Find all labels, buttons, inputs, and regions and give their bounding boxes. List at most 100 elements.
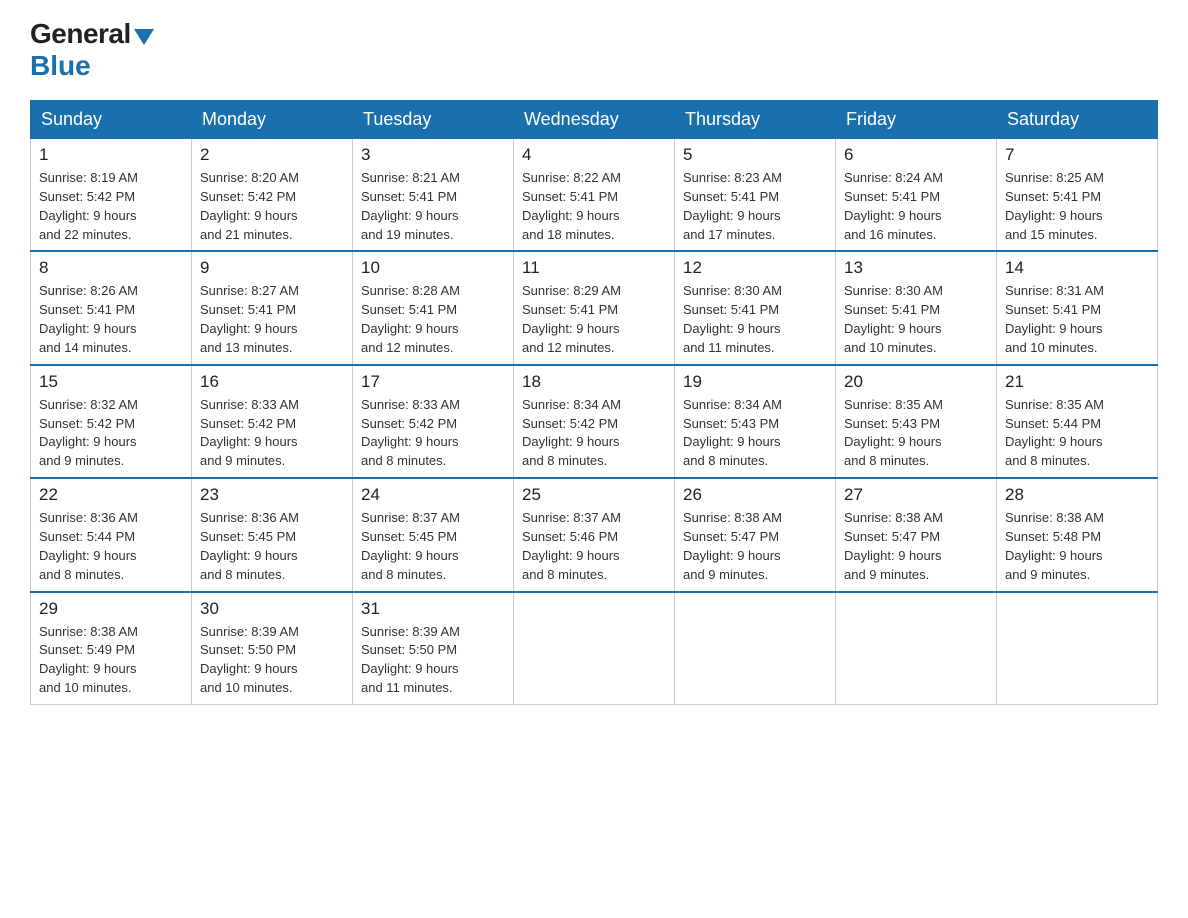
- calendar-cell: 11 Sunrise: 8:29 AM Sunset: 5:41 PM Dayl…: [514, 251, 675, 364]
- day-number: 24: [361, 485, 505, 505]
- day-number: 2: [200, 145, 344, 165]
- calendar-header-row: SundayMondayTuesdayWednesdayThursdayFrid…: [31, 101, 1158, 139]
- day-number: 15: [39, 372, 183, 392]
- header-friday: Friday: [836, 101, 997, 139]
- day-info: Sunrise: 8:30 AM Sunset: 5:41 PM Dayligh…: [844, 282, 988, 357]
- day-number: 29: [39, 599, 183, 619]
- calendar-cell: 13 Sunrise: 8:30 AM Sunset: 5:41 PM Dayl…: [836, 251, 997, 364]
- day-number: 19: [683, 372, 827, 392]
- calendar-week-1: 1 Sunrise: 8:19 AM Sunset: 5:42 PM Dayli…: [31, 139, 1158, 252]
- day-info: Sunrise: 8:35 AM Sunset: 5:43 PM Dayligh…: [844, 396, 988, 471]
- day-number: 18: [522, 372, 666, 392]
- calendar-cell: 12 Sunrise: 8:30 AM Sunset: 5:41 PM Dayl…: [675, 251, 836, 364]
- day-number: 23: [200, 485, 344, 505]
- day-info: Sunrise: 8:32 AM Sunset: 5:42 PM Dayligh…: [39, 396, 183, 471]
- header-wednesday: Wednesday: [514, 101, 675, 139]
- logo-general: General: [30, 20, 131, 48]
- day-info: Sunrise: 8:19 AM Sunset: 5:42 PM Dayligh…: [39, 169, 183, 244]
- day-number: 1: [39, 145, 183, 165]
- day-info: Sunrise: 8:27 AM Sunset: 5:41 PM Dayligh…: [200, 282, 344, 357]
- calendar-cell: 2 Sunrise: 8:20 AM Sunset: 5:42 PM Dayli…: [192, 139, 353, 252]
- calendar-cell: 17 Sunrise: 8:33 AM Sunset: 5:42 PM Dayl…: [353, 365, 514, 478]
- day-number: 30: [200, 599, 344, 619]
- day-number: 6: [844, 145, 988, 165]
- calendar-cell: 24 Sunrise: 8:37 AM Sunset: 5:45 PM Dayl…: [353, 478, 514, 591]
- day-number: 7: [1005, 145, 1149, 165]
- day-info: Sunrise: 8:34 AM Sunset: 5:43 PM Dayligh…: [683, 396, 827, 471]
- day-info: Sunrise: 8:23 AM Sunset: 5:41 PM Dayligh…: [683, 169, 827, 244]
- day-number: 5: [683, 145, 827, 165]
- calendar-cell: [514, 592, 675, 705]
- calendar-cell: 19 Sunrise: 8:34 AM Sunset: 5:43 PM Dayl…: [675, 365, 836, 478]
- header-saturday: Saturday: [997, 101, 1158, 139]
- day-info: Sunrise: 8:26 AM Sunset: 5:41 PM Dayligh…: [39, 282, 183, 357]
- day-info: Sunrise: 8:20 AM Sunset: 5:42 PM Dayligh…: [200, 169, 344, 244]
- day-info: Sunrise: 8:38 AM Sunset: 5:49 PM Dayligh…: [39, 623, 183, 698]
- calendar-cell: 29 Sunrise: 8:38 AM Sunset: 5:49 PM Dayl…: [31, 592, 192, 705]
- calendar-cell: 27 Sunrise: 8:38 AM Sunset: 5:47 PM Dayl…: [836, 478, 997, 591]
- calendar-cell: 31 Sunrise: 8:39 AM Sunset: 5:50 PM Dayl…: [353, 592, 514, 705]
- day-number: 31: [361, 599, 505, 619]
- calendar-cell: 1 Sunrise: 8:19 AM Sunset: 5:42 PM Dayli…: [31, 139, 192, 252]
- day-number: 22: [39, 485, 183, 505]
- day-info: Sunrise: 8:25 AM Sunset: 5:41 PM Dayligh…: [1005, 169, 1149, 244]
- day-info: Sunrise: 8:28 AM Sunset: 5:41 PM Dayligh…: [361, 282, 505, 357]
- day-info: Sunrise: 8:34 AM Sunset: 5:42 PM Dayligh…: [522, 396, 666, 471]
- calendar-cell: [675, 592, 836, 705]
- day-number: 3: [361, 145, 505, 165]
- day-number: 14: [1005, 258, 1149, 278]
- day-number: 26: [683, 485, 827, 505]
- calendar-cell: 16 Sunrise: 8:33 AM Sunset: 5:42 PM Dayl…: [192, 365, 353, 478]
- calendar-cell: 4 Sunrise: 8:22 AM Sunset: 5:41 PM Dayli…: [514, 139, 675, 252]
- day-info: Sunrise: 8:35 AM Sunset: 5:44 PM Dayligh…: [1005, 396, 1149, 471]
- logo: General Blue: [30, 20, 154, 82]
- calendar-cell: 14 Sunrise: 8:31 AM Sunset: 5:41 PM Dayl…: [997, 251, 1158, 364]
- calendar-week-5: 29 Sunrise: 8:38 AM Sunset: 5:49 PM Dayl…: [31, 592, 1158, 705]
- day-info: Sunrise: 8:39 AM Sunset: 5:50 PM Dayligh…: [200, 623, 344, 698]
- calendar-cell: 28 Sunrise: 8:38 AM Sunset: 5:48 PM Dayl…: [997, 478, 1158, 591]
- day-info: Sunrise: 8:38 AM Sunset: 5:47 PM Dayligh…: [683, 509, 827, 584]
- day-number: 13: [844, 258, 988, 278]
- day-info: Sunrise: 8:36 AM Sunset: 5:45 PM Dayligh…: [200, 509, 344, 584]
- calendar-cell: 22 Sunrise: 8:36 AM Sunset: 5:44 PM Dayl…: [31, 478, 192, 591]
- day-info: Sunrise: 8:37 AM Sunset: 5:46 PM Dayligh…: [522, 509, 666, 584]
- day-number: 11: [522, 258, 666, 278]
- calendar-cell: 9 Sunrise: 8:27 AM Sunset: 5:41 PM Dayli…: [192, 251, 353, 364]
- calendar-cell: 26 Sunrise: 8:38 AM Sunset: 5:47 PM Dayl…: [675, 478, 836, 591]
- calendar-week-4: 22 Sunrise: 8:36 AM Sunset: 5:44 PM Dayl…: [31, 478, 1158, 591]
- logo-triangle-icon: [134, 29, 154, 45]
- calendar-cell: 18 Sunrise: 8:34 AM Sunset: 5:42 PM Dayl…: [514, 365, 675, 478]
- day-number: 4: [522, 145, 666, 165]
- day-number: 12: [683, 258, 827, 278]
- calendar-cell: 23 Sunrise: 8:36 AM Sunset: 5:45 PM Dayl…: [192, 478, 353, 591]
- day-info: Sunrise: 8:21 AM Sunset: 5:41 PM Dayligh…: [361, 169, 505, 244]
- header-monday: Monday: [192, 101, 353, 139]
- day-info: Sunrise: 8:22 AM Sunset: 5:41 PM Dayligh…: [522, 169, 666, 244]
- day-info: Sunrise: 8:30 AM Sunset: 5:41 PM Dayligh…: [683, 282, 827, 357]
- day-info: Sunrise: 8:39 AM Sunset: 5:50 PM Dayligh…: [361, 623, 505, 698]
- calendar-cell: [997, 592, 1158, 705]
- calendar-cell: 30 Sunrise: 8:39 AM Sunset: 5:50 PM Dayl…: [192, 592, 353, 705]
- day-number: 20: [844, 372, 988, 392]
- calendar-cell: 6 Sunrise: 8:24 AM Sunset: 5:41 PM Dayli…: [836, 139, 997, 252]
- day-number: 9: [200, 258, 344, 278]
- day-info: Sunrise: 8:29 AM Sunset: 5:41 PM Dayligh…: [522, 282, 666, 357]
- day-info: Sunrise: 8:38 AM Sunset: 5:48 PM Dayligh…: [1005, 509, 1149, 584]
- day-info: Sunrise: 8:37 AM Sunset: 5:45 PM Dayligh…: [361, 509, 505, 584]
- calendar-cell: 15 Sunrise: 8:32 AM Sunset: 5:42 PM Dayl…: [31, 365, 192, 478]
- calendar-cell: 25 Sunrise: 8:37 AM Sunset: 5:46 PM Dayl…: [514, 478, 675, 591]
- day-info: Sunrise: 8:36 AM Sunset: 5:44 PM Dayligh…: [39, 509, 183, 584]
- calendar-table: SundayMondayTuesdayWednesdayThursdayFrid…: [30, 100, 1158, 705]
- logo-blue: Blue: [30, 50, 91, 82]
- calendar-cell: [836, 592, 997, 705]
- day-info: Sunrise: 8:33 AM Sunset: 5:42 PM Dayligh…: [200, 396, 344, 471]
- day-number: 27: [844, 485, 988, 505]
- page-header: General Blue: [30, 20, 1158, 82]
- calendar-cell: 7 Sunrise: 8:25 AM Sunset: 5:41 PM Dayli…: [997, 139, 1158, 252]
- header-sunday: Sunday: [31, 101, 192, 139]
- day-number: 16: [200, 372, 344, 392]
- header-tuesday: Tuesday: [353, 101, 514, 139]
- calendar-week-3: 15 Sunrise: 8:32 AM Sunset: 5:42 PM Dayl…: [31, 365, 1158, 478]
- day-info: Sunrise: 8:38 AM Sunset: 5:47 PM Dayligh…: [844, 509, 988, 584]
- day-info: Sunrise: 8:33 AM Sunset: 5:42 PM Dayligh…: [361, 396, 505, 471]
